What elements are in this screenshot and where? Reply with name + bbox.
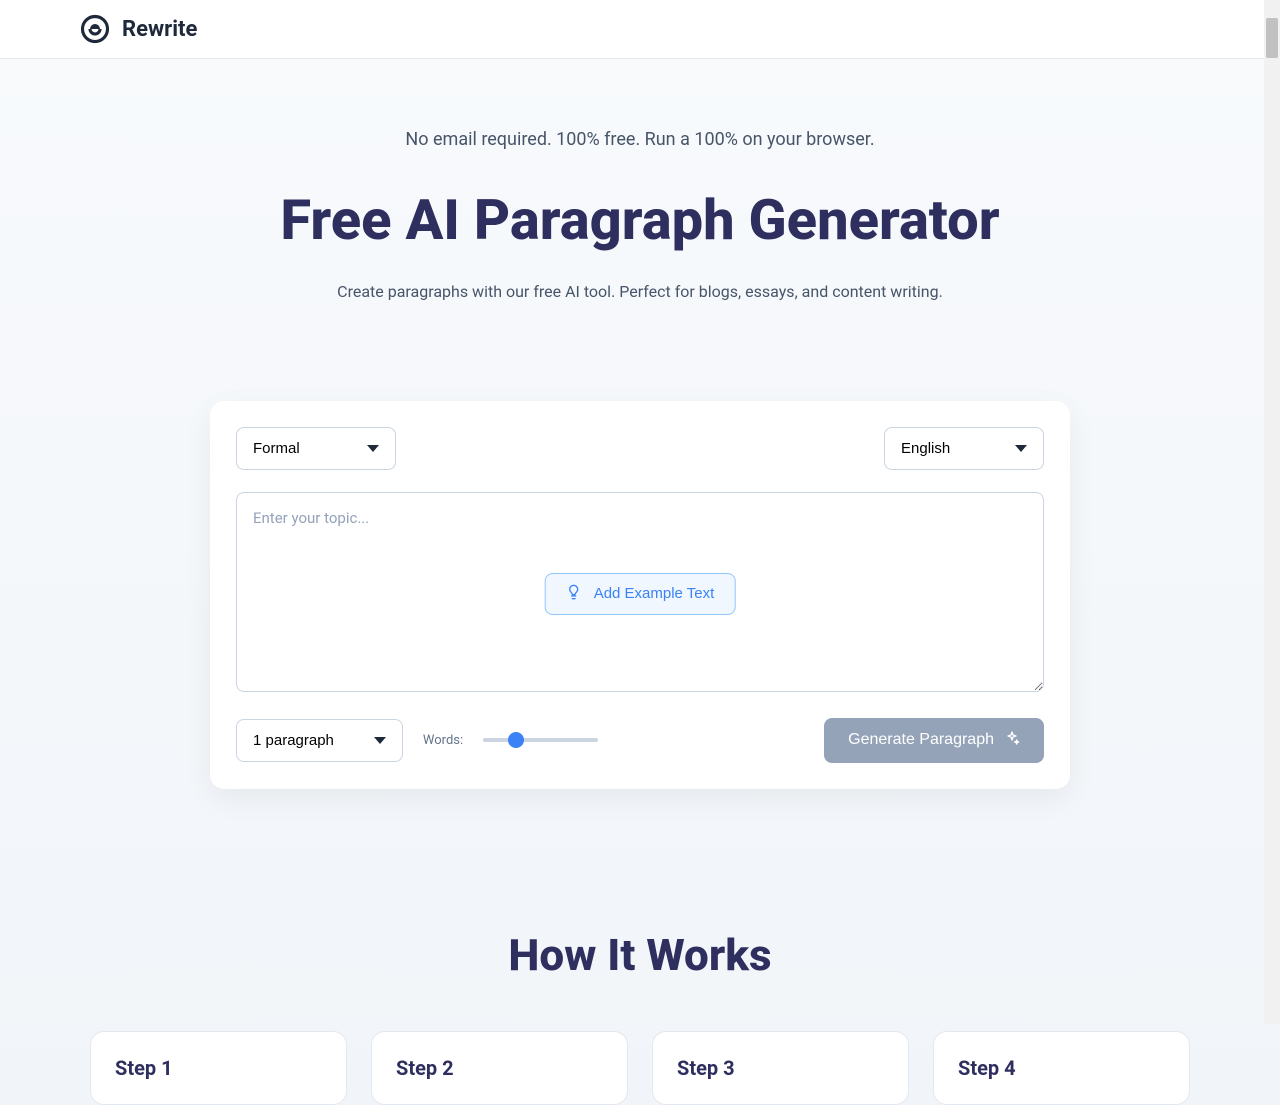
lightbulb-icon	[566, 584, 582, 604]
words-slider[interactable]	[483, 738, 598, 742]
site-header: Rewrite	[0, 0, 1280, 59]
rewrite-logo-icon	[80, 14, 110, 44]
caret-down-icon	[367, 445, 379, 452]
words-label: Words:	[423, 733, 463, 748]
step-title: Step 2	[396, 1056, 603, 1080]
paragraph-count-value: 1 paragraph	[253, 732, 334, 749]
step-title: Step 1	[115, 1056, 322, 1080]
step-card: Step 1	[90, 1031, 347, 1105]
step-title: Step 3	[677, 1056, 884, 1080]
page-title: Free AI Paragraph Generator	[40, 190, 1240, 252]
page-subtitle: Create paragraphs with our free AI tool.…	[40, 282, 1240, 301]
scrollbar-thumb[interactable]	[1266, 18, 1278, 58]
language-selected-value: English	[901, 440, 950, 457]
generator-card: Formal English Add Example Text	[210, 401, 1070, 789]
sparkle-icon	[1004, 730, 1020, 751]
steps-row: Step 1 Step 2 Step 3 Step 4	[50, 1031, 1230, 1105]
step-card: Step 3	[652, 1031, 909, 1105]
caret-down-icon	[374, 737, 386, 744]
generate-button-label: Generate Paragraph	[848, 731, 994, 749]
tone-selected-value: Formal	[253, 440, 300, 457]
step-card: Step 4	[933, 1031, 1190, 1105]
how-it-works-title: How It Works	[0, 929, 1280, 981]
generate-button[interactable]: Generate Paragraph	[824, 718, 1044, 763]
pre-title: No email required. 100% free. Run a 100%…	[40, 129, 1240, 150]
step-title: Step 4	[958, 1056, 1165, 1080]
language-select[interactable]: English	[884, 427, 1044, 470]
step-card: Step 2	[371, 1031, 628, 1105]
add-example-label: Add Example Text	[594, 585, 715, 602]
brand-name: Rewrite	[122, 17, 197, 42]
tone-select[interactable]: Formal	[236, 427, 396, 470]
scrollbar[interactable]	[1264, 0, 1280, 1024]
caret-down-icon	[1015, 445, 1027, 452]
paragraph-count-select[interactable]: 1 paragraph	[236, 719, 403, 762]
add-example-button[interactable]: Add Example Text	[545, 573, 736, 615]
hero-section: No email required. 100% free. Run a 100%…	[0, 59, 1280, 351]
